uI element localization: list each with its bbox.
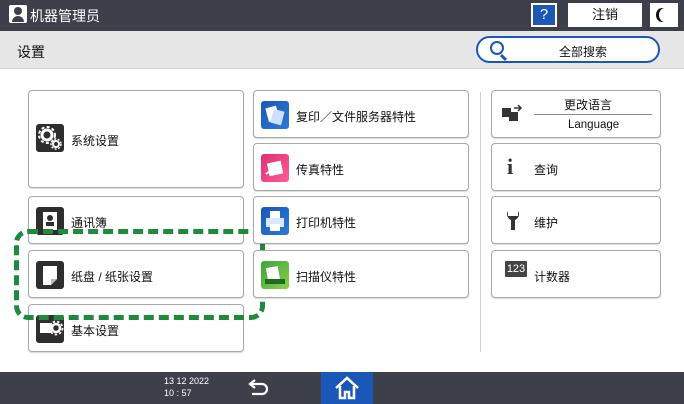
moon-icon — [659, 8, 671, 22]
help-button[interactable]: ? — [531, 3, 557, 27]
inquiry-tile[interactable]: i 查询 — [491, 143, 661, 191]
scanner-features-label: 扫描仪特性 — [296, 270, 357, 284]
gears-icon — [36, 124, 64, 152]
user-icon — [9, 5, 27, 23]
search-icon — [490, 41, 504, 55]
basic-settings-label: 基本设置 — [71, 324, 120, 338]
top-bar: 机器管理员 ? 注销 — [0, 0, 684, 31]
counter-label: 计数器 — [534, 270, 571, 284]
counter-tile[interactable]: 123 计数器 — [491, 250, 661, 298]
title-row: 设置 全部搜索 — [0, 31, 684, 69]
back-arrow-icon — [248, 379, 269, 396]
scanner-icon — [261, 261, 289, 289]
printer-icon — [261, 207, 289, 235]
home-button[interactable] — [321, 372, 373, 404]
user-label: 机器管理员 — [30, 8, 100, 24]
system-settings-label: 系统设置 — [71, 134, 120, 148]
date-time: 13 12 2022 10 : 57 — [164, 375, 209, 399]
question-mark-icon: ? — [539, 6, 549, 23]
change-language-tile[interactable]: 更改语言 Language — [491, 90, 661, 138]
night-mode-button[interactable] — [650, 3, 678, 27]
fax-features-tile[interactable]: 传真特性 — [253, 143, 469, 191]
printer-features-tile[interactable]: 打印机特性 — [253, 196, 469, 244]
maintenance-tile[interactable]: 维护 — [491, 196, 661, 244]
bottom-bar: 13 12 2022 10 : 57 — [0, 372, 684, 404]
fax-icon — [261, 154, 289, 182]
change-language-label: 更改语言 — [564, 98, 613, 112]
search-all-button[interactable]: 全部搜索 — [476, 36, 660, 63]
page-title: 设置 — [17, 44, 45, 60]
info-icon: i — [507, 154, 514, 179]
inquiry-label: 查询 — [534, 163, 559, 177]
printer-features-label: 打印机特性 — [296, 216, 357, 230]
date-label: 13 12 2022 — [164, 376, 210, 386]
language-switch-icon — [501, 104, 523, 123]
wrench-icon — [504, 210, 522, 230]
maintenance-label: 维护 — [534, 216, 559, 230]
time-label: 10 : 57 — [164, 388, 192, 398]
copier-icon — [261, 101, 289, 129]
column-divider — [480, 92, 481, 352]
system-settings-tile[interactable]: 系统设置 — [28, 90, 244, 188]
back-button[interactable] — [232, 376, 282, 400]
language-label: Language — [568, 119, 620, 131]
copier-document-server-tile[interactable]: 复印／文件服务器特性 — [253, 90, 469, 138]
counter-icon: 123 — [505, 261, 527, 277]
scanner-features-tile[interactable]: 扫描仪特性 — [253, 250, 469, 298]
copier-document-server-label: 复印／文件服务器特性 — [296, 110, 417, 124]
highlight-frame — [14, 229, 265, 320]
search-all-label: 全部搜索 — [558, 45, 607, 59]
logout-button[interactable]: 注销 — [568, 3, 642, 27]
language-separator — [534, 114, 652, 115]
home-icon — [335, 376, 359, 400]
fax-features-label: 传真特性 — [296, 163, 345, 177]
